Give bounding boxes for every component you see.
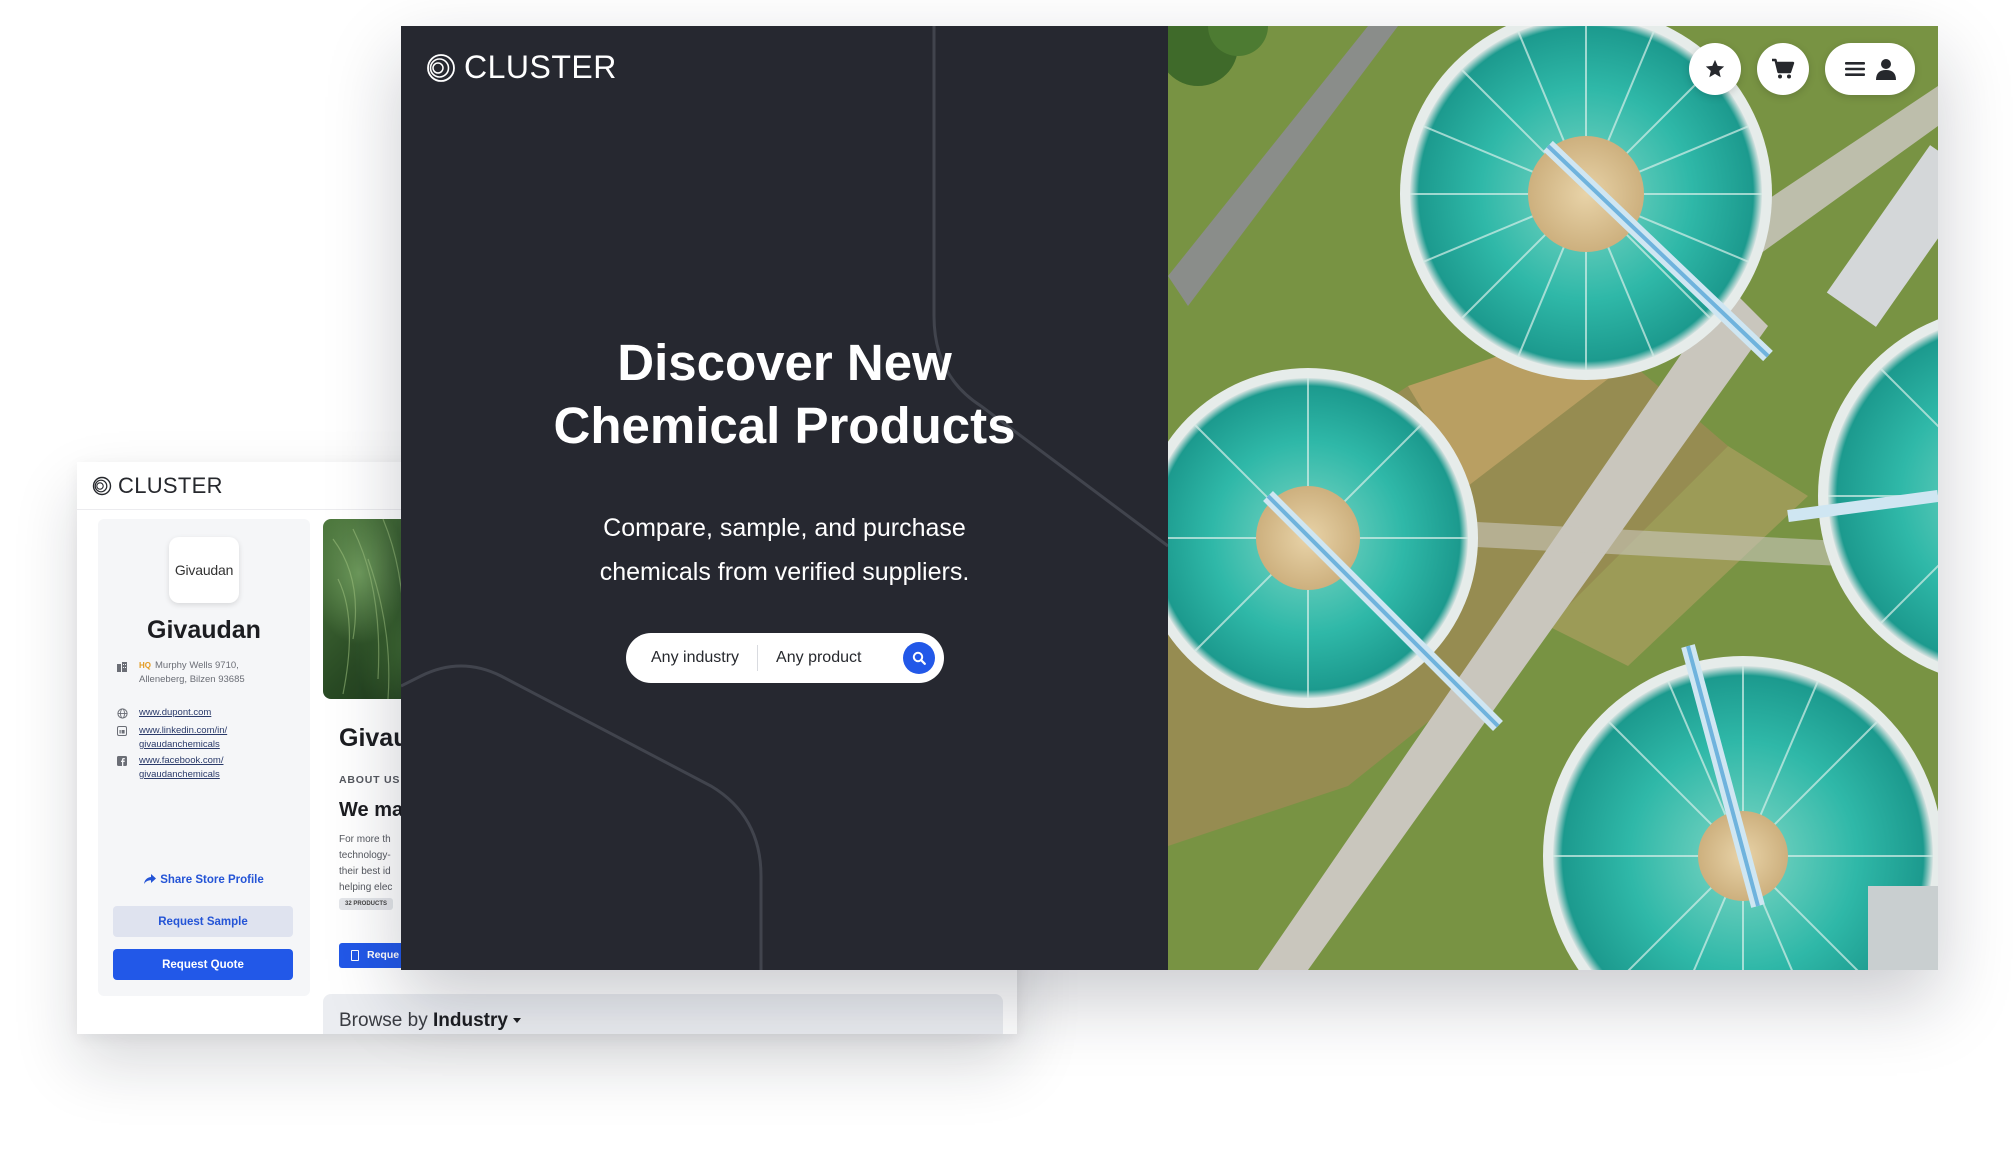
industry-select[interactable]: Any industry [626,649,757,667]
share-icon [144,874,157,884]
cart-icon [1772,58,1795,79]
facebook-link[interactable]: www.facebook.com/givaudanchemicals [139,754,223,782]
globe-icon [115,706,129,720]
menu-icon [1844,62,1865,76]
caret-down-icon [512,1018,521,1024]
logo-text[interactable]: CLUSTER [118,473,223,499]
document-icon [351,950,359,961]
share-label: Share Store Profile [160,874,264,886]
hero-logo[interactable]: CLUSTER [426,49,617,86]
about-heading: We ma [339,799,404,821]
store-side-card: Givaudan Givaudan HQ Murphy Wells 9710, A… [98,519,310,996]
search-icon [912,651,926,665]
brand-logo: Givaudan [169,537,239,603]
star-icon [1705,59,1725,78]
logo-text: CLUSTER [464,49,617,85]
linkedin-link[interactable]: www.linkedin.com/in/givaudanchemicals [139,724,227,752]
search-bar: Any industry Any product [626,633,944,683]
linkedin-icon [115,724,129,738]
hero-title: Discover New Chemical Products [553,334,1016,454]
share-store-profile-link[interactable]: Share Store Profile [98,874,310,886]
website-row[interactable]: www.dupont.com [115,706,302,720]
request-sample-button[interactable]: Request Sample [113,906,293,937]
account-menu-button[interactable] [1825,43,1915,95]
hero-aerial-image [1168,26,1938,970]
about-label: ABOUT US [339,774,401,786]
hero-window: CLUSTER Discover New Chemical Products C… [401,26,1938,970]
store-title: Givau [339,724,409,752]
address-text: HQ Murphy Wells 9710, Alleneberg, Bilzen … [139,660,245,685]
cluster-logo-icon [427,53,455,82]
hero-subtitle: Compare, sample, and purchase chemicals … [599,514,970,586]
cluster-logo-icon [92,476,112,495]
building-icon [115,659,129,673]
facebook-row[interactable]: www.facebook.com/givaudanchemicals [115,754,302,782]
hero-decor-lines [401,26,1168,970]
browse-prefix: Browse by [339,1010,428,1031]
hq-tag: HQ [139,661,151,670]
browse-by-industry[interactable]: Browse by Industry [323,994,1003,1034]
cart-button[interactable] [1757,43,1809,95]
search-button[interactable] [903,642,935,674]
address-row: HQ Murphy Wells 9710, Alleneberg, Bilzen … [115,659,302,687]
products-count-badge: 32 PRODUCTS [339,898,394,910]
store-name: Givaudan [147,616,261,644]
product-select[interactable]: Any product [758,649,879,667]
website-link[interactable]: www.dupont.com [139,706,211,720]
request-quote-button[interactable]: Request Quote [113,949,293,980]
favorites-button[interactable] [1689,43,1741,95]
browse-industry-dropdown[interactable]: Industry [433,1010,508,1031]
linkedin-row[interactable]: www.linkedin.com/in/givaudanchemicals [115,724,302,752]
facebook-icon [115,754,129,768]
user-icon [1875,59,1896,80]
